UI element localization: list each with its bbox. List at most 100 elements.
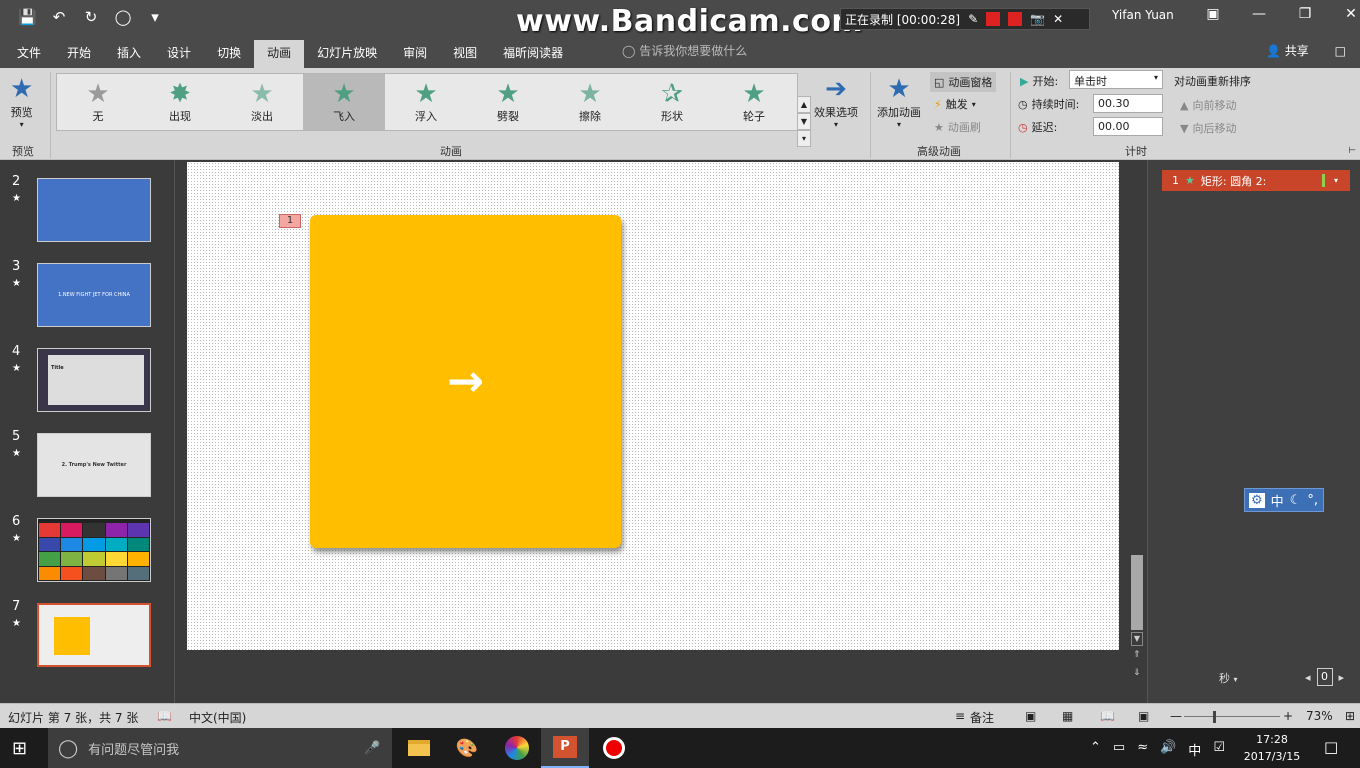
rounded-rectangle-shape[interactable]: → bbox=[310, 215, 621, 548]
spellcheck-icon[interactable]: 📖 bbox=[157, 709, 172, 723]
normal-view-icon[interactable]: ▣ bbox=[1025, 709, 1036, 723]
powerpoint-icon[interactable]: P bbox=[541, 728, 589, 768]
user-name[interactable]: Yifan Yuan bbox=[1112, 8, 1174, 22]
undo-icon[interactable]: ↶ bbox=[50, 8, 68, 26]
slide-thumbnail-5[interactable]: 2. Trump's New Twitter bbox=[37, 433, 151, 497]
close-icon[interactable]: ✕ bbox=[1053, 12, 1063, 26]
zoom-slider[interactable] bbox=[1184, 716, 1280, 717]
battery-icon[interactable]: ▭ bbox=[1113, 740, 1125, 759]
zoom-out-icon[interactable]: — bbox=[1170, 709, 1182, 723]
chevron-up-icon[interactable]: ⌃ bbox=[1090, 740, 1101, 759]
ribbon-display-icon[interactable]: ▣ bbox=[1190, 6, 1236, 22]
gallery-more-icon[interactable]: ▾ bbox=[797, 130, 811, 147]
delay-spinner[interactable]: 00.00 bbox=[1093, 117, 1163, 136]
pane-collapse-icon[interactable]: ⊢ bbox=[1348, 146, 1356, 156]
move-earlier-button[interactable]: ▲ 向前移动 bbox=[1180, 97, 1236, 113]
customize-qat-icon[interactable]: ▾ bbox=[146, 8, 164, 26]
animation-order-tag[interactable]: 1 bbox=[279, 214, 301, 228]
restore-icon[interactable]: ❐ bbox=[1282, 6, 1328, 22]
duration-spinner[interactable]: 00.30 bbox=[1093, 94, 1163, 113]
language-indicator[interactable]: 中文(中国) bbox=[189, 709, 246, 726]
bandicam-icon[interactable] bbox=[590, 728, 638, 768]
zoom-slider-handle[interactable] bbox=[1213, 711, 1216, 723]
ime-indicator[interactable]: 中 bbox=[1188, 740, 1201, 759]
tab-transitions[interactable]: 切换 bbox=[204, 40, 254, 68]
chevron-down-icon[interactable]: ▾ bbox=[1334, 176, 1338, 185]
tell-me-search[interactable]: ◯ 告诉我你想要做什么 bbox=[622, 42, 747, 59]
save-icon[interactable]: 💾 bbox=[18, 8, 37, 26]
zoom-level[interactable]: 73% bbox=[1306, 709, 1333, 723]
animation-float-in[interactable]: ★ 浮入 bbox=[385, 74, 467, 130]
animation-wheel[interactable]: ★ 轮子 bbox=[713, 74, 795, 130]
gallery-down-icon[interactable]: ▼ bbox=[797, 113, 811, 130]
close-window-icon[interactable]: ✕ bbox=[1328, 6, 1360, 22]
next-slide-icon[interactable]: ⇓ bbox=[1133, 668, 1141, 678]
previous-slide-icon[interactable]: ⇑ bbox=[1133, 650, 1141, 660]
gear-icon[interactable]: ⚙ bbox=[1249, 492, 1265, 508]
slide-thumbnail-6[interactable] bbox=[37, 518, 151, 582]
animation-pane-button[interactable]: ◱ 动画窗格 bbox=[930, 72, 997, 92]
scrollbar-thumb[interactable] bbox=[1131, 555, 1143, 630]
animation-fly-in[interactable]: ★ 飞入 bbox=[303, 74, 385, 130]
fit-slide-icon[interactable]: ⊞ bbox=[1345, 709, 1355, 723]
scroll-down-icon[interactable]: ▼ bbox=[1131, 632, 1143, 646]
animation-wipe[interactable]: ★ 擦除 bbox=[549, 74, 631, 130]
slide-thumbnail-4[interactable]: Title bbox=[37, 348, 151, 412]
slide-thumbnail-2[interactable] bbox=[37, 178, 151, 242]
animation-painter-button[interactable]: ★ 动画刷 bbox=[934, 119, 981, 135]
vertical-scrollbar[interactable]: ▼ bbox=[1129, 160, 1145, 650]
slide-sorter-icon[interactable]: ▦ bbox=[1062, 709, 1073, 723]
animation-split[interactable]: ★ 劈裂 bbox=[467, 74, 549, 130]
add-animation-button[interactable]: ★ 添加动画 ▾ bbox=[877, 74, 921, 129]
pencil-icon[interactable]: ✎ bbox=[968, 12, 978, 26]
tab-view[interactable]: 视图 bbox=[440, 40, 490, 68]
zoom-in-icon[interactable]: + bbox=[1283, 709, 1293, 723]
slide-thumbnail-7[interactable] bbox=[37, 603, 151, 667]
move-later-button[interactable]: ▼ 向后移动 bbox=[1180, 120, 1236, 136]
tab-home[interactable]: 开始 bbox=[54, 40, 104, 68]
trigger-button[interactable]: ⚡ 触发 ▾ bbox=[934, 96, 976, 112]
taskbar-clock[interactable]: 17:28 2017/3/15 bbox=[1240, 731, 1304, 765]
camera-icon[interactable]: 📷 bbox=[1030, 12, 1045, 26]
cortana-search[interactable]: ◯ 有问题尽管问我 🎤 bbox=[48, 728, 392, 768]
share-button[interactable]: 👤 共享 □ bbox=[1266, 42, 1346, 59]
chevron-left-icon[interactable]: ◂ bbox=[1305, 671, 1311, 684]
tab-animations[interactable]: 动画 bbox=[254, 40, 305, 68]
comment-icon[interactable]: □ bbox=[1335, 44, 1346, 58]
animation-appear[interactable]: ✸ 出现 bbox=[139, 74, 221, 130]
checkbox-icon[interactable]: ☑ bbox=[1213, 740, 1225, 759]
animation-none[interactable]: ★ 无 bbox=[57, 74, 139, 130]
preview-button[interactable]: ★ 预览 ▾ bbox=[10, 74, 33, 129]
effect-options-button[interactable]: ➔ 效果选项 ▾ bbox=[814, 74, 858, 129]
redo-icon[interactable]: ↻ bbox=[82, 8, 100, 26]
slide-thumbnail-3[interactable]: 1.NEW FIGHT JET FOR CHINA bbox=[37, 263, 151, 327]
slideshow-icon[interactable]: ▣ bbox=[1138, 709, 1149, 723]
tab-insert[interactable]: 插入 bbox=[104, 40, 154, 68]
stop-icon[interactable] bbox=[1008, 12, 1023, 26]
present-icon[interactable]: ◯ bbox=[114, 8, 132, 26]
paint-icon[interactable]: 🎨 bbox=[443, 728, 491, 768]
tab-design[interactable]: 设计 bbox=[154, 40, 204, 68]
minimize-icon[interactable]: — bbox=[1236, 6, 1282, 22]
microphone-icon[interactable]: 🎤 bbox=[364, 741, 380, 756]
chevron-right-icon[interactable]: ▸ bbox=[1339, 671, 1345, 684]
color-app-icon[interactable] bbox=[493, 728, 541, 768]
ime-toolbar[interactable]: ⚙ 中 ☾ °, bbox=[1244, 488, 1324, 512]
animation-fade[interactable]: ★ 淡出 bbox=[221, 74, 303, 130]
animation-shape[interactable]: ✰ 形状 bbox=[631, 74, 713, 130]
volume-icon[interactable]: 🔊 bbox=[1160, 740, 1176, 759]
notification-center-icon[interactable]: □ bbox=[1324, 738, 1338, 756]
gallery-up-icon[interactable]: ▲ bbox=[797, 96, 811, 113]
tab-file[interactable]: 文件 bbox=[4, 40, 54, 68]
file-explorer-icon[interactable] bbox=[395, 728, 443, 768]
seconds-dropdown[interactable]: 秒 ▾ bbox=[1219, 670, 1238, 686]
wifi-icon[interactable]: ≈ bbox=[1137, 740, 1148, 759]
pause-icon[interactable] bbox=[986, 12, 1001, 26]
windows-start-icon[interactable]: ⊞ bbox=[12, 738, 27, 759]
reading-view-icon[interactable]: 📖 bbox=[1100, 709, 1115, 723]
tab-slideshow[interactable]: 幻灯片放映 bbox=[304, 40, 390, 68]
animation-list-item[interactable]: 1 ★ 矩形: 圆角 2: ▾ bbox=[1162, 170, 1350, 191]
start-select[interactable]: 单击时 ▾ bbox=[1069, 70, 1163, 89]
tab-review[interactable]: 审阅 bbox=[390, 40, 440, 68]
tab-foxit[interactable]: 福昕阅读器 bbox=[490, 40, 576, 68]
